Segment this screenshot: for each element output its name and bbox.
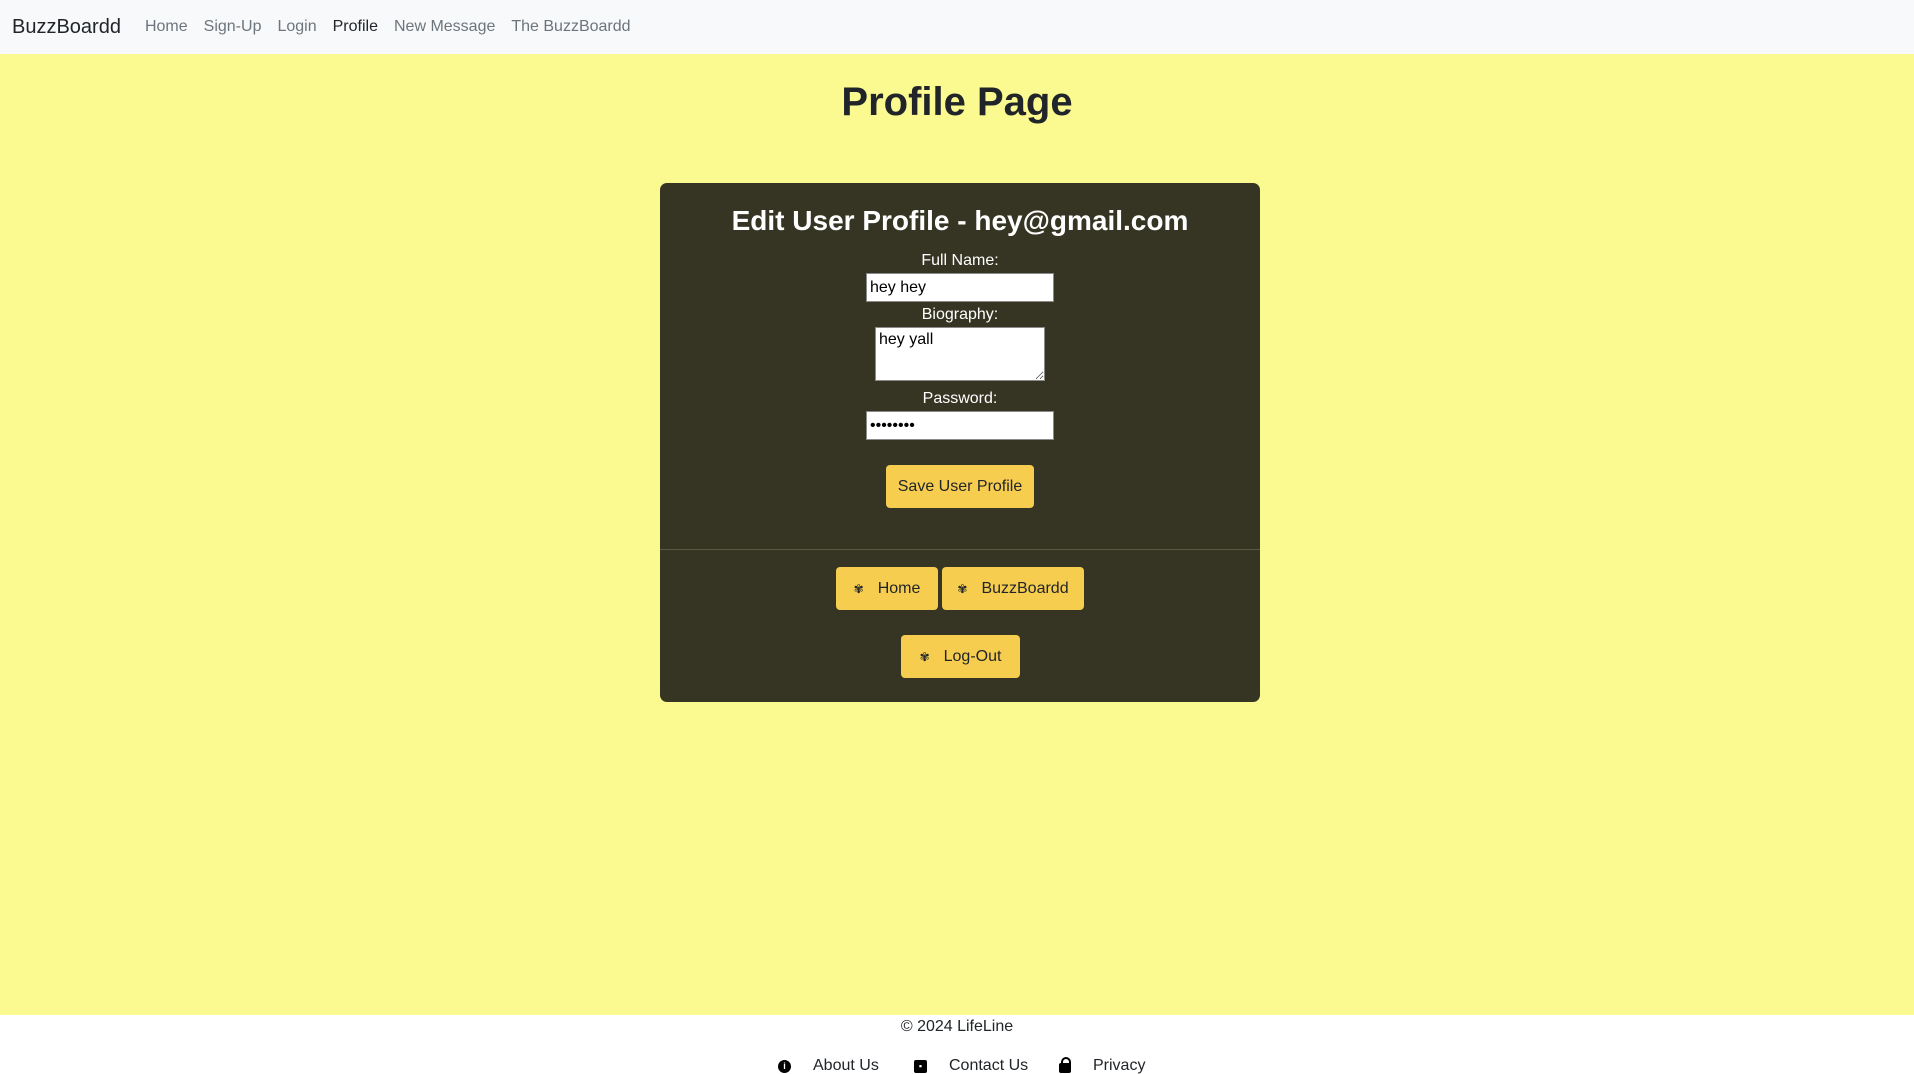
nav-link-home[interactable]: Home — [145, 18, 188, 36]
privacy-label: Privacy — [1093, 1057, 1146, 1074]
log-out-button-label: Log-Out — [943, 647, 1002, 665]
bee-icon: ✾ — [919, 649, 930, 664]
nav-link-the-buzzboardd[interactable]: The BuzzBoardd — [511, 18, 630, 36]
password-input[interactable] — [866, 411, 1054, 440]
contact-us-label: Contact Us — [949, 1057, 1029, 1074]
nav-link-sign-up[interactable]: Sign-Up — [204, 18, 262, 36]
navbar-brand[interactable]: BuzzBoardd — [12, 16, 121, 39]
copyright-text: © 2024 LifeLine — [900, 1018, 1014, 1035]
edit-profile-title: Edit User Profile - hey@gmail.com — [731, 205, 1189, 236]
bee-icon: ✾ — [957, 581, 968, 596]
about-us-label: About Us — [813, 1057, 879, 1074]
nav-link-new-message[interactable]: New Message — [394, 18, 495, 36]
lock-icon — [1059, 1056, 1071, 1073]
privacy-link[interactable]: Privacy — [1059, 1056, 1146, 1074]
about-us-link[interactable]: i About Us — [778, 1057, 879, 1074]
password-label: Password: — [922, 390, 998, 407]
biography-label: Biography: — [921, 306, 999, 323]
nav-link-profile[interactable]: Profile — [333, 18, 378, 36]
card-divider — [660, 549, 1260, 550]
top-navbar: BuzzBoardd Home Sign-Up Login Profile Ne… — [0, 0, 1914, 54]
contact-us-link[interactable]: ▪ Contact Us — [914, 1057, 1028, 1074]
address-book-icon: ▪ — [914, 1059, 927, 1073]
log-out-button[interactable]: ✾ Log-Out — [901, 635, 1020, 678]
buzzboardd-button-label: BuzzBoardd — [981, 579, 1069, 597]
full-name-input[interactable] — [866, 273, 1054, 302]
save-user-profile-button[interactable]: Save User Profile — [886, 465, 1034, 508]
home-button-label: Home — [877, 579, 921, 597]
info-icon: i — [778, 1059, 791, 1073]
edit-profile-card: Edit User Profile - hey@gmail.com Full N… — [660, 183, 1260, 702]
buzzboardd-button[interactable]: ✾ BuzzBoardd — [942, 567, 1084, 610]
page-footer: © 2024 LifeLine i About Us ▪ Contact Us … — [0, 1015, 1914, 1074]
home-button[interactable]: ✾ Home — [836, 567, 938, 610]
nav-link-login[interactable]: Login — [277, 18, 316, 36]
page-title: Profile Page — [841, 80, 1073, 124]
full-name-label: Full Name: — [921, 252, 999, 269]
bee-icon: ✾ — [853, 581, 864, 596]
biography-textarea[interactable]: hey yall — [875, 327, 1045, 381]
